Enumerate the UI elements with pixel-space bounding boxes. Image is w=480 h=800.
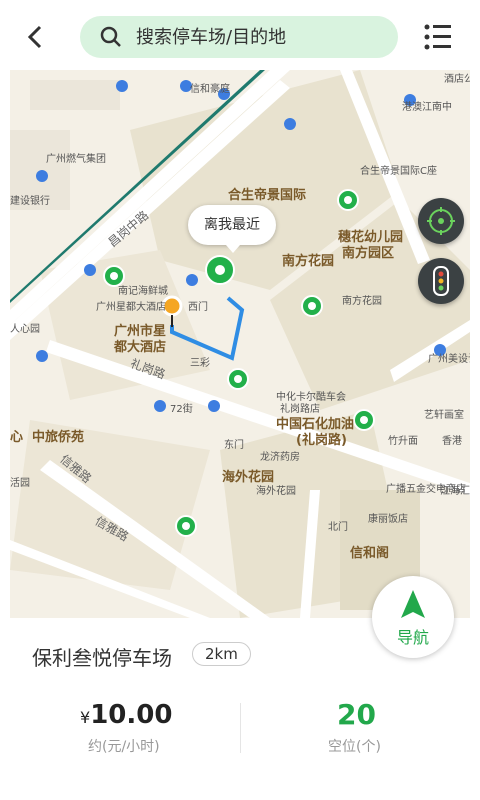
parking-name: 保利叁悦停车场 (32, 646, 172, 670)
place-label: 中旅侨苑 (32, 430, 85, 445)
poi-label: 竹升面 (388, 436, 418, 447)
traffic-button[interactable] (418, 258, 464, 304)
poi-label: 广州星都大酒店 (96, 302, 166, 313)
distance-badge: 2km (192, 642, 251, 666)
place-label: 信和阁 (350, 546, 390, 561)
price-caption: 约(元/小时) (88, 739, 160, 755)
poi-label: 酒店公 (444, 74, 470, 85)
poi-label: 康丽饭店 (368, 514, 408, 525)
poi-label: 广州燃气集团 (46, 154, 106, 165)
free-spots-value: 20 (337, 698, 376, 731)
place-label: 心 (10, 430, 24, 445)
price-amount: 10.00 (90, 700, 173, 730)
poi-label: 礼岗路店 (280, 404, 320, 415)
traffic-light-icon (433, 266, 449, 296)
locate-target-icon (427, 207, 455, 235)
poi-label: 香港 (442, 436, 462, 447)
navigate-label: 导航 (396, 628, 429, 647)
top-bar (0, 0, 480, 70)
poi-label: 港澳江南中 (402, 102, 452, 113)
poi-label: 72街 (170, 404, 193, 415)
search-bar[interactable] (80, 16, 398, 58)
locate-button[interactable] (418, 198, 464, 244)
poi-label: 人心园 (10, 324, 40, 335)
search-input[interactable] (134, 25, 378, 49)
place-label: 合生帝景国际 (228, 188, 307, 203)
divider (240, 703, 241, 753)
navigate-button[interactable]: 导航 (372, 576, 454, 658)
poi-label: 建设银行 (10, 196, 50, 207)
navigation-arrow-icon (401, 590, 425, 618)
price-value: ¥10.00 (80, 700, 172, 730)
search-icon (100, 26, 121, 47)
place-label: (礼岗路) (296, 433, 347, 448)
list-menu-icon[interactable] (424, 22, 452, 52)
poi-label: 海外花园 (256, 486, 296, 497)
poi-label: 信和豪庭 (190, 84, 230, 95)
poi-label: 广州美设计有限 (428, 354, 470, 365)
poi-label: 南方花园 (342, 296, 382, 307)
place-label: 都大酒店 (114, 340, 167, 355)
nearest-callout: 离我最近 (188, 205, 276, 253)
poi-label: 三彩 (190, 358, 210, 369)
poi-label: 活园 (10, 478, 30, 489)
poi-label: 艺轩画室 (424, 410, 464, 421)
poi-label: 南记海鲜城 (118, 286, 168, 297)
free-spots-caption: 空位(个) (328, 739, 381, 755)
back-arrow-icon[interactable] (20, 22, 50, 52)
poi-label: 北门 (328, 522, 348, 533)
place-label: 南方园区 (342, 246, 395, 261)
currency-symbol: ¥ (80, 708, 91, 727)
map-view[interactable]: 昌岗中路 礼岗路 信雅路 信雅路 合生帝景国际 穗花幼儿园 南方园区 南方花园 … (10, 70, 470, 618)
poi-label: 龙济药房 (260, 452, 300, 463)
poi-label: 合生帝景国际C座 (360, 166, 437, 177)
poi-label: 东门 (224, 440, 244, 451)
poi-label: 江海汇金 (440, 486, 470, 497)
poi-label: 西门 (188, 302, 208, 313)
place-label: 南方花园 (282, 254, 335, 269)
